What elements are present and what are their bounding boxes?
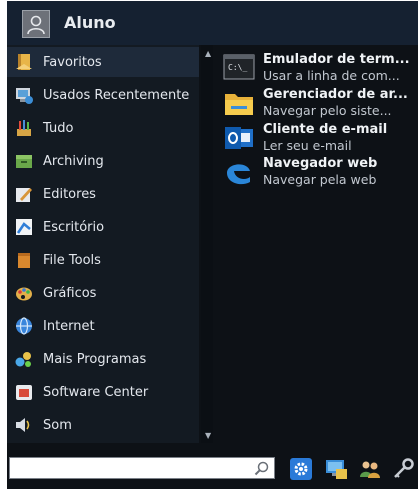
app-description: Navegar pelo siste... [263, 103, 392, 118]
all-apps-icon [13, 117, 35, 139]
sound-icon [13, 414, 35, 436]
outlook-icon [223, 123, 255, 153]
category-file-tools[interactable]: File Tools [7, 245, 199, 275]
category-label: File Tools [43, 252, 101, 268]
app-description: Navegar pela web [263, 172, 377, 187]
category-all[interactable]: Tudo [7, 113, 199, 143]
category-graphics[interactable]: Gráficos [7, 278, 199, 308]
app-name: Gerenciador de ar... [263, 87, 408, 102]
app-name: Emulador de term... [263, 52, 410, 67]
category-recent[interactable]: Usados Recentemente [7, 80, 199, 110]
app-description: Usar a linha de com... [263, 68, 400, 83]
user-avatar-icon[interactable] [22, 10, 50, 38]
search-input[interactable] [14, 459, 258, 479]
category-internet[interactable]: Internet [7, 311, 199, 341]
app-web-browser[interactable]: Navegador web Navegar pela web [221, 154, 418, 190]
scroll-down-icon[interactable]: ▼ [205, 431, 211, 440]
scrollbar[interactable] [201, 45, 213, 443]
app-description: Ler seu e-mail [263, 138, 352, 153]
category-label: Archiving [43, 153, 104, 169]
internet-icon [13, 315, 35, 337]
app-email-client[interactable]: Cliente de e-mail Ler seu e-mail [221, 120, 418, 156]
category-editors[interactable]: Editores [7, 179, 199, 209]
search-icon[interactable] [254, 460, 270, 480]
application-menu: Aluno Favoritos Usados Recentemente Tudo [7, 1, 418, 489]
app-file-manager[interactable]: Gerenciador de ar... Navegar pelo siste.… [221, 85, 418, 121]
recent-icon [13, 84, 35, 106]
category-favorites[interactable]: Favoritos [7, 47, 199, 77]
category-label: Tudo [43, 120, 74, 136]
terminal-icon: C:\_ [223, 53, 255, 83]
graphics-icon [13, 282, 35, 304]
category-label: Favoritos [43, 54, 102, 70]
menu-header: Aluno [7, 1, 418, 45]
edge-browser-icon [223, 157, 255, 187]
category-sound[interactable]: Som [7, 410, 199, 440]
app-name: Navegador web [263, 156, 378, 171]
category-list: Favoritos Usados Recentemente Tudo Archi… [7, 45, 199, 443]
category-label: Escritório [43, 219, 105, 235]
more-programs-icon [13, 348, 35, 370]
scroll-up-icon[interactable]: ▲ [205, 49, 211, 58]
search-box[interactable] [9, 457, 275, 479]
bottom-bar [7, 447, 418, 489]
editors-icon [13, 183, 35, 205]
category-software-center[interactable]: Software Center [7, 377, 199, 407]
archive-icon [13, 150, 35, 172]
category-label: Mais Programas [43, 351, 147, 367]
category-label: Software Center [43, 384, 149, 400]
display-icon[interactable] [323, 456, 349, 482]
settings-icon[interactable] [288, 456, 314, 482]
office-icon [13, 216, 35, 238]
category-archiving[interactable]: Archiving [7, 146, 199, 176]
category-label: Gráficos [43, 285, 97, 301]
app-terminal[interactable]: C:\_ Emulador de term... Usar a linha de… [221, 50, 418, 86]
favorites-list: C:\_ Emulador de term... Usar a linha de… [221, 45, 418, 443]
file-tools-icon [13, 249, 35, 271]
software-center-icon [13, 381, 35, 403]
username-label: Aluno [64, 13, 116, 32]
category-label: Usados Recentemente [43, 87, 190, 103]
category-label: Internet [43, 318, 95, 334]
folder-icon [223, 88, 255, 118]
category-more-programs[interactable]: Mais Programas [7, 344, 199, 374]
category-office[interactable]: Escritório [7, 212, 199, 242]
app-name: Cliente de e-mail [263, 122, 388, 137]
svg-text:C:\_: C:\_ [228, 63, 247, 72]
key-icon[interactable] [391, 456, 417, 482]
category-label: Editores [43, 186, 96, 202]
users-icon[interactable] [357, 456, 383, 482]
category-label: Som [43, 417, 72, 433]
favorites-icon [13, 51, 35, 73]
